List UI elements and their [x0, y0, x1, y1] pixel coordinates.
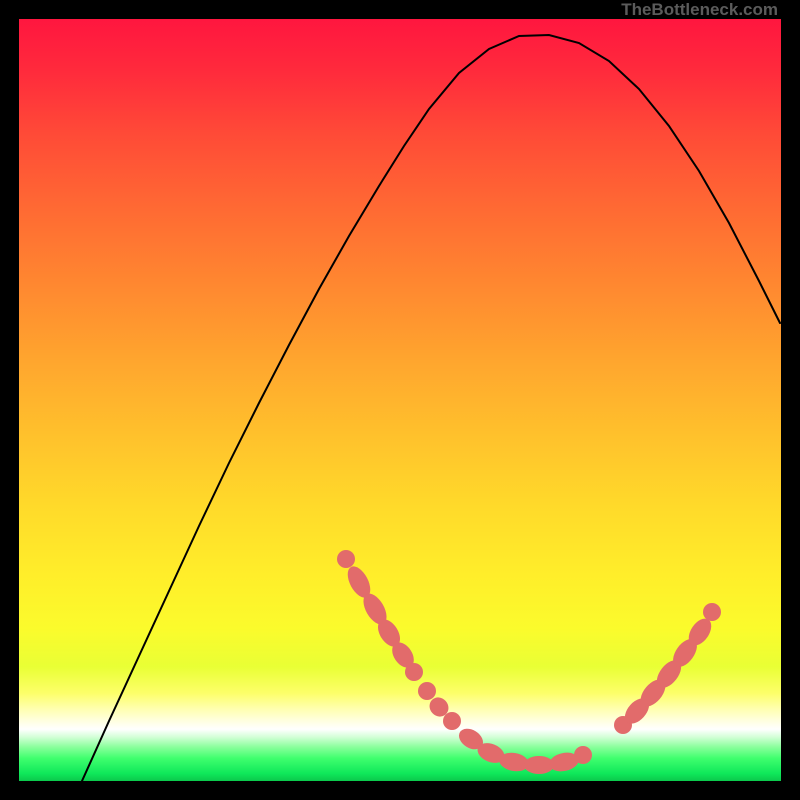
chart-frame: [19, 19, 781, 781]
left-small-1: [418, 682, 436, 700]
marker-group: [337, 550, 721, 774]
left-small-3: [443, 712, 461, 730]
trough-cap: [574, 746, 592, 764]
left-band-cap-bot: [405, 663, 423, 681]
right-band-cap-top: [703, 603, 721, 621]
left-band-cap-top: [337, 550, 355, 568]
watermark-text: TheBottleneck.com: [621, 0, 778, 20]
chart-svg: [19, 19, 781, 781]
